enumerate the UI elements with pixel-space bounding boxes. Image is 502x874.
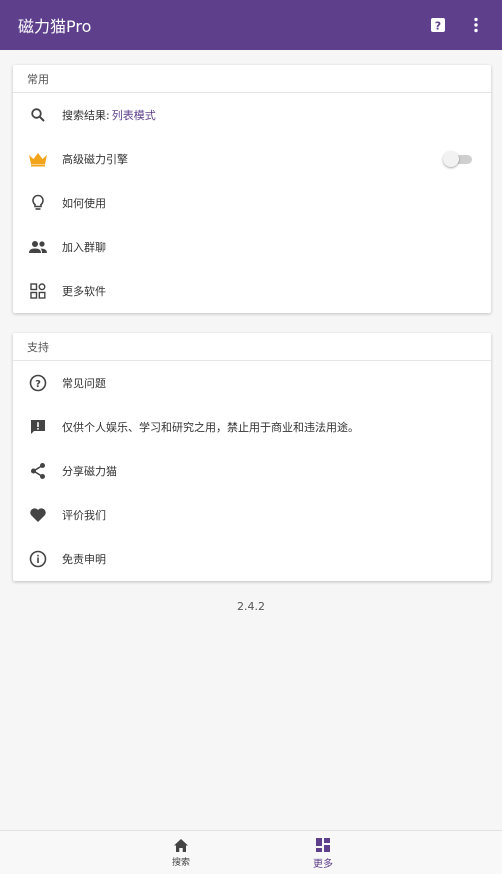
share-label: 分享磁力猫 <box>62 465 117 478</box>
feedback-icon <box>27 416 49 438</box>
home-icon <box>174 839 188 852</box>
help-box-icon: ? <box>431 18 445 33</box>
group-icon <box>27 236 49 258</box>
search-result-mode-item[interactable]: 搜索结果: 列表模式 <box>13 93 491 137</box>
search-result-label: 搜索结果: <box>62 109 110 122</box>
nav-more-label: 更多 <box>313 858 333 870</box>
disclaimer-item[interactable]: 免责申明 <box>13 537 491 581</box>
more-options-button[interactable] <box>464 13 488 37</box>
share-item[interactable]: 分享磁力猫 <box>13 449 491 493</box>
rate-us-item[interactable]: 评价我们 <box>13 493 491 537</box>
lightbulb-icon <box>27 192 49 214</box>
common-card: 常用 搜索结果: 列表模式 高级磁力引擎 如何使用 加入群聊 更多软件 <box>13 65 491 313</box>
app-title: 磁力猫Pro <box>18 17 92 36</box>
more-apps-label: 更多软件 <box>62 285 106 298</box>
common-card-header: 常用 <box>13 65 491 93</box>
advanced-engine-item[interactable]: 高级磁力引擎 <box>13 137 491 181</box>
join-group-item[interactable]: 加入群聊 <box>13 225 491 269</box>
nav-search-label: 搜索 <box>171 858 190 868</box>
more-apps-item[interactable]: 更多软件 <box>13 269 491 313</box>
apps-icon <box>27 280 49 302</box>
search-result-value: 列表模式 <box>111 109 156 122</box>
app-bar: 磁力猫Pro ? <box>0 0 502 50</box>
advanced-engine-label: 高级磁力引擎 <box>62 153 128 166</box>
disclaimer-notice-label: 仅供个人娱乐、学习和研究之用，禁止用于商业和违法用途。 <box>62 421 359 434</box>
faq-item[interactable]: ? 常见问题 <box>13 361 491 405</box>
disclaimer-label: 免责申明 <box>62 553 106 566</box>
nav-search-tab[interactable]: 搜索 <box>151 831 211 874</box>
svg-text:?: ? <box>435 20 441 33</box>
crown-icon <box>27 148 49 170</box>
how-to-use-label: 如何使用 <box>62 197 106 210</box>
advanced-engine-toggle[interactable] <box>443 151 473 167</box>
search-icon <box>27 104 49 126</box>
dashboard-icon <box>316 837 330 852</box>
disclaimer-notice-item[interactable]: 仅供个人娱乐、学习和研究之用，禁止用于商业和违法用途。 <box>13 405 491 449</box>
rate-us-label: 评价我们 <box>62 509 106 522</box>
faq-label: 常见问题 <box>62 377 106 390</box>
more-vert-icon <box>474 17 478 33</box>
help-circle-icon: ? <box>27 372 49 394</box>
support-card: 支持 ? 常见问题 仅供个人娱乐、学习和研究之用，禁止用于商业和违法用途。 分享… <box>13 333 491 581</box>
help-button[interactable]: ? <box>426 13 450 37</box>
bottom-navigation: 搜索 更多 <box>0 830 502 874</box>
info-icon <box>27 548 49 570</box>
share-icon <box>27 460 49 482</box>
nav-more-tab[interactable]: 更多 <box>293 831 353 874</box>
app-version: 2.4.2 <box>237 600 265 613</box>
support-card-header: 支持 <box>13 333 491 361</box>
svg-text:?: ? <box>35 379 41 390</box>
how-to-use-item[interactable]: 如何使用 <box>13 181 491 225</box>
join-group-label: 加入群聊 <box>62 241 106 254</box>
heart-icon <box>27 504 49 526</box>
